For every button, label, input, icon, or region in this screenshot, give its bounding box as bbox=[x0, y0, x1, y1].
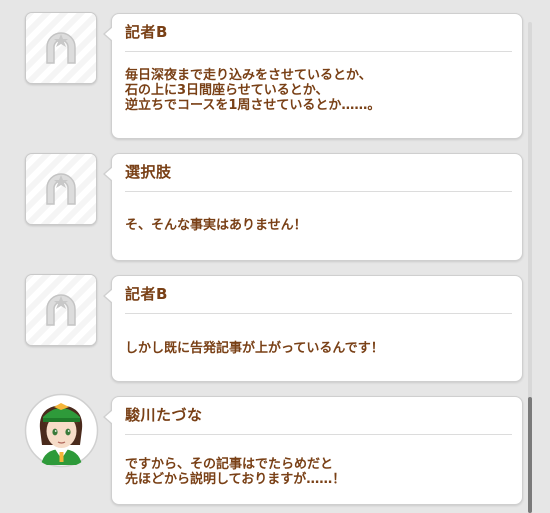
scrollbar-thumb[interactable] bbox=[528, 397, 532, 513]
divider bbox=[125, 191, 512, 192]
speaker-name: 記者B bbox=[125, 285, 168, 303]
message-bubble: 記者B しかし既に告発記事が上がっているんです！ bbox=[103, 275, 523, 382]
divider bbox=[125, 51, 512, 52]
message-log[interactable]: 記者B 毎日深夜まで走り込みをさせているとか、 石の上に3日間座らせているとか、… bbox=[0, 0, 550, 513]
horseshoe-icon bbox=[46, 32, 76, 64]
message-text: しかし既に告発記事が上がっているんです！ bbox=[125, 341, 384, 356]
message-bubble: 駿川たづな ですから、その記事はでたらめだと 先ほどから説明しておりますが……！ bbox=[103, 396, 523, 505]
character-portrait-icon bbox=[24, 393, 99, 468]
placeholder-avatar bbox=[25, 12, 97, 84]
message-text: 毎日深夜まで走り込みをさせているとか、 石の上に3日間座らせているとか、 逆立ち… bbox=[125, 68, 381, 113]
divider bbox=[125, 313, 512, 314]
placeholder-avatar bbox=[25, 274, 97, 346]
speaker-name: 選択肢 bbox=[125, 163, 172, 181]
horseshoe-icon bbox=[46, 173, 76, 205]
speaker-name: 記者B bbox=[125, 23, 168, 41]
message-text: ですから、その記事はでたらめだと 先ほどから説明しておりますが……！ bbox=[125, 457, 346, 487]
placeholder-avatar bbox=[25, 153, 97, 225]
divider bbox=[125, 434, 512, 435]
message-bubble: 記者B 毎日深夜まで走り込みをさせているとか、 石の上に3日間座らせているとか、… bbox=[103, 13, 523, 139]
speaker-name: 駿川たづな bbox=[125, 406, 203, 424]
message-text: そ、そんな事実はありません！ bbox=[125, 218, 307, 233]
horseshoe-icon bbox=[46, 294, 76, 326]
message-bubble: 選択肢 そ、そんな事実はありません！ bbox=[103, 153, 523, 261]
